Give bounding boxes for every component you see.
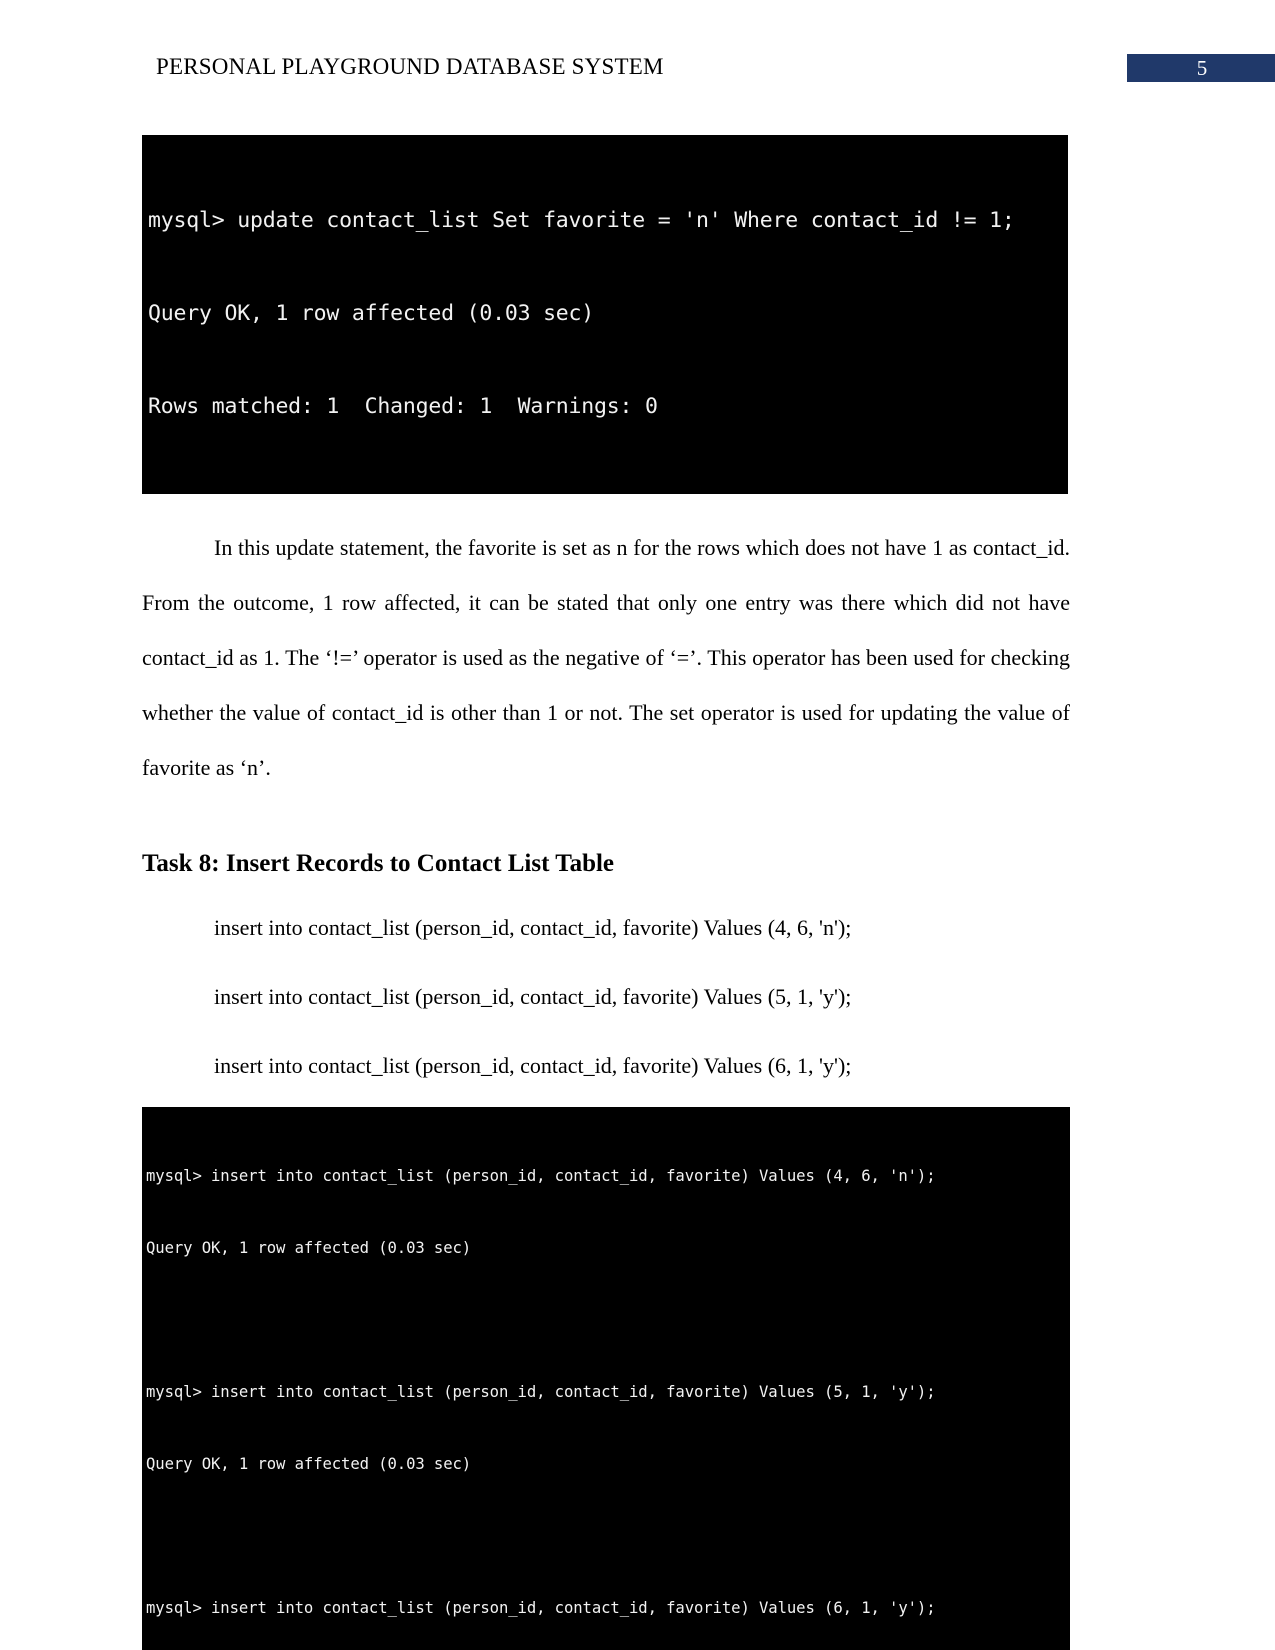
terminal-line: mysql> insert into contact_list (person_… bbox=[146, 1167, 936, 1185]
terminal-line: Query OK, 1 row affected (0.03 sec) bbox=[146, 1455, 472, 1473]
page-number: 5 bbox=[1196, 56, 1208, 80]
terminal-line: mysql> update contact_list Set favorite … bbox=[148, 208, 1015, 233]
terminal-line: mysql> insert into contact_list (person_… bbox=[146, 1383, 936, 1401]
sql-statement: insert into contact_list (person_id, con… bbox=[214, 1053, 852, 1078]
page-header: PERSONAL PLAYGROUND DATABASE SYSTEM 5 bbox=[0, 52, 1275, 88]
terminal-output-update: mysql> update contact_list Set favorite … bbox=[142, 135, 1068, 494]
paragraph-update-explanation: In this update statement, the favorite i… bbox=[142, 535, 1070, 780]
terminal-line: Rows matched: 1 Changed: 1 Warnings: 0 bbox=[148, 394, 658, 419]
terminal-line: Query OK, 1 row affected (0.03 sec) bbox=[146, 1239, 472, 1257]
document-content: mysql> update contact_list Set favorite … bbox=[142, 120, 1070, 1650]
sql-statement: insert into contact_list (person_id, con… bbox=[214, 984, 852, 1009]
terminal-line: mysql> insert into contact_list (person_… bbox=[146, 1599, 936, 1617]
terminal-output-inserts: mysql> insert into contact_list (person_… bbox=[142, 1107, 1070, 1650]
document-page: PERSONAL PLAYGROUND DATABASE SYSTEM 5 my… bbox=[0, 0, 1275, 1650]
page-number-badge: 5 bbox=[1127, 54, 1275, 82]
section-heading-task-8: Task 8: Insert Records to Contact List T… bbox=[142, 850, 615, 877]
terminal-line: Query OK, 1 row affected (0.03 sec) bbox=[148, 301, 595, 326]
sql-statement: insert into contact_list (person_id, con… bbox=[214, 915, 852, 940]
header-title: PERSONAL PLAYGROUND DATABASE SYSTEM bbox=[156, 54, 664, 79]
sql-statement-list: insert into contact_list (person_id, con… bbox=[142, 911, 1070, 1083]
